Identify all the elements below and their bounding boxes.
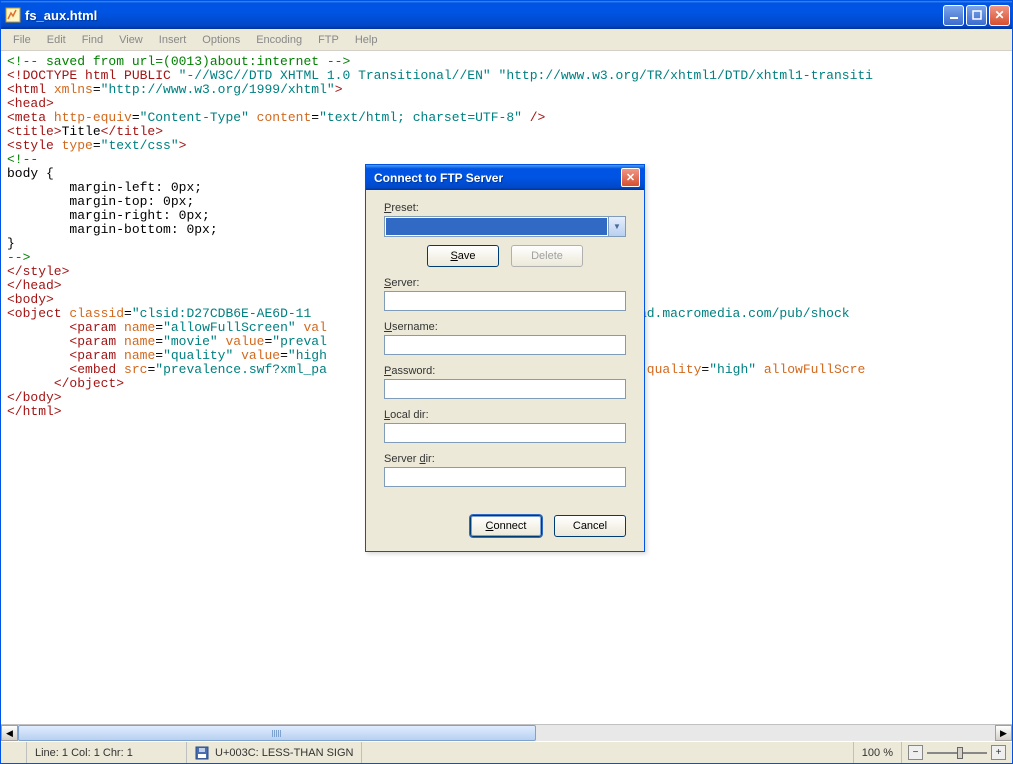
scroll-left-button[interactable]: ◀ <box>1 725 18 741</box>
menu-encoding[interactable]: Encoding <box>248 32 310 48</box>
code-line: <style type="text/css"> <box>7 139 1006 153</box>
floppy-icon <box>195 746 209 760</box>
preset-label: Preset: <box>384 202 626 214</box>
cancel-button[interactable]: Cancel <box>554 515 626 537</box>
connect-button[interactable]: Connect <box>470 515 542 537</box>
maximize-button[interactable] <box>966 5 987 26</box>
password-input[interactable] <box>384 379 626 399</box>
scroll-right-button[interactable]: ▶ <box>995 725 1012 741</box>
server-input[interactable] <box>384 291 626 311</box>
char-info-cell: U+003C: LESS-THAN SIGN <box>187 742 362 763</box>
menu-options[interactable]: Options <box>194 32 248 48</box>
zoom-slider[interactable] <box>927 746 987 760</box>
code-line: <meta http-equiv="Content-Type" content=… <box>7 111 1006 125</box>
menu-insert[interactable]: Insert <box>151 32 195 48</box>
char-info: U+003C: LESS-THAN SIGN <box>215 747 353 759</box>
save-button[interactable]: Save <box>427 245 499 267</box>
dialog-titlebar[interactable]: Connect to FTP Server ✕ <box>366 165 644 190</box>
app-icon <box>5 7 21 23</box>
delete-button[interactable]: Delete <box>511 245 583 267</box>
preset-selection <box>386 218 607 235</box>
preset-buttons: Save Delete <box>384 245 626 267</box>
status-cell-blank <box>1 742 27 763</box>
zoom-in-button[interactable]: + <box>991 745 1006 760</box>
preset-combo[interactable]: ▼ <box>384 216 626 237</box>
menu-help[interactable]: Help <box>347 32 386 48</box>
zoom-slider-knob[interactable] <box>957 747 963 759</box>
close-button[interactable]: ✕ <box>989 5 1010 26</box>
minimize-button[interactable] <box>943 5 964 26</box>
dialog-close-button[interactable]: ✕ <box>621 168 640 187</box>
server-label: Server: <box>384 277 626 289</box>
code-line: <!DOCTYPE html PUBLIC "-//W3C//DTD XHTML… <box>7 69 1006 83</box>
menu-edit[interactable]: Edit <box>39 32 74 48</box>
window-title: fs_aux.html <box>25 8 943 23</box>
horizontal-scrollbar[interactable]: ◀ ▶ <box>1 724 1012 741</box>
username-label: Username: <box>384 321 626 333</box>
server-dir-input[interactable] <box>384 467 626 487</box>
dialog-title: Connect to FTP Server <box>374 171 621 185</box>
scroll-thumb[interactable] <box>18 725 536 741</box>
zoom-level: 100 % <box>854 742 902 763</box>
dialog-action-buttons: Connect Cancel <box>384 515 626 537</box>
code-line: <!-- saved from url=(0013)about:internet… <box>7 55 1006 69</box>
username-input[interactable] <box>384 335 626 355</box>
scroll-track[interactable] <box>18 725 995 741</box>
titlebar[interactable]: fs_aux.html ✕ <box>1 1 1012 29</box>
code-line: <head> <box>7 97 1006 111</box>
status-spacer <box>362 742 853 763</box>
local-dir-input[interactable] <box>384 423 626 443</box>
window-controls: ✕ <box>943 5 1010 26</box>
cursor-position: Line: 1 Col: 1 Chr: 1 <box>27 742 187 763</box>
local-dir-label: Local dir: <box>384 409 626 421</box>
menubar: FileEditFindViewInsertOptionsEncodingFTP… <box>1 29 1012 51</box>
menu-view[interactable]: View <box>111 32 151 48</box>
zoom-out-button[interactable]: − <box>908 745 923 760</box>
code-line: <html xmlns="http://www.w3.org/1999/xhtm… <box>7 83 1006 97</box>
menu-file[interactable]: File <box>5 32 39 48</box>
statusbar: Line: 1 Col: 1 Chr: 1 U+003C: LESS-THAN … <box>1 741 1012 763</box>
menu-find[interactable]: Find <box>74 32 111 48</box>
zoom-controls: − + <box>902 745 1012 760</box>
menu-ftp[interactable]: FTP <box>310 32 347 48</box>
dialog-body: Preset: ▼ Save Delete Server: Username: … <box>366 190 644 551</box>
server-dir-label: Server dir: <box>384 453 626 465</box>
password-label: Password: <box>384 365 626 377</box>
code-line: <title>Title</title> <box>7 125 1006 139</box>
ftp-connect-dialog: Connect to FTP Server ✕ Preset: ▼ Save D… <box>365 164 645 552</box>
chevron-down-icon[interactable]: ▼ <box>608 217 625 236</box>
